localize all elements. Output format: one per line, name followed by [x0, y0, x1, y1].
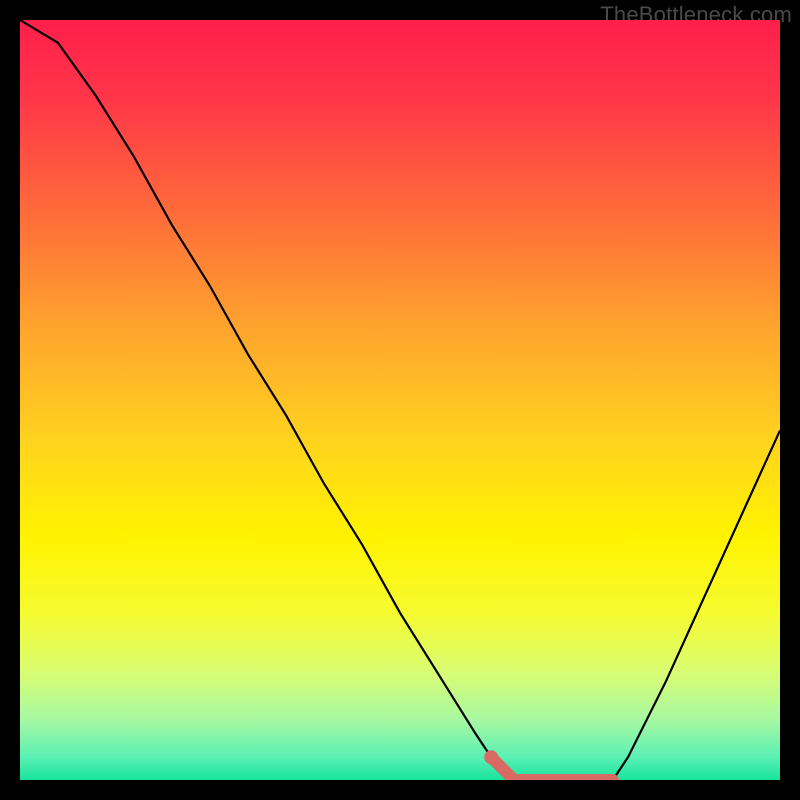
optimal-range-start-dot — [484, 750, 498, 764]
chart-frame — [20, 20, 780, 780]
plot-background — [20, 20, 780, 780]
bottleneck-chart — [20, 20, 780, 780]
